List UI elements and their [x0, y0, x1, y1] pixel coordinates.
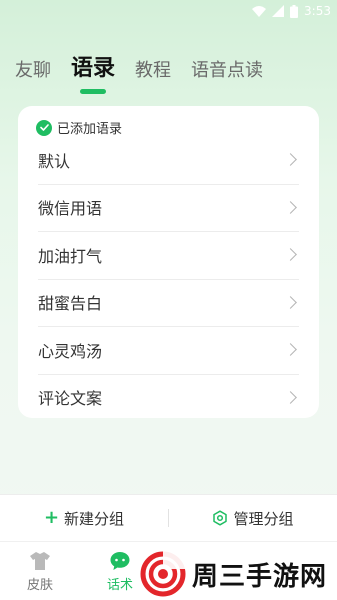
- tab-yuyindiandu[interactable]: 语音点读: [191, 56, 263, 82]
- group-item-label: 评论文案: [38, 389, 103, 409]
- watermark: 周三手游网: [140, 551, 337, 597]
- tshirt-icon: [30, 551, 50, 570]
- card-header-label: 已添加语录: [57, 122, 123, 137]
- chevron-right-icon: [284, 153, 297, 167]
- spiral-logo-icon: [140, 551, 186, 597]
- status-time: 3:53: [304, 4, 331, 18]
- plus-icon: +: [43, 507, 60, 528]
- settings-hexagon-icon: [213, 510, 228, 526]
- tab-youliao[interactable]: 友聊: [15, 56, 51, 82]
- new-group-button[interactable]: + 新建分组: [0, 508, 168, 529]
- group-list: 默认 微信用语 加油打气 甜蜜告白 心灵鸡汤 评论文案: [18, 136, 319, 421]
- chevron-right-icon: [284, 390, 297, 404]
- group-item-default[interactable]: 默认: [18, 136, 319, 184]
- chevron-right-icon: [284, 248, 297, 262]
- group-item-label: 心灵鸡汤: [38, 341, 103, 361]
- status-bar: 3:53: [252, 0, 337, 22]
- card-header: 已添加语录: [36, 118, 122, 137]
- group-item-label: 甜蜜告白: [38, 294, 103, 314]
- chevron-right-icon: [284, 200, 297, 214]
- signal-icon: [272, 5, 285, 17]
- group-item-label: 加油打气: [38, 246, 103, 266]
- nav-item-label: 皮肤: [26, 577, 53, 593]
- group-item-soup[interactable]: 心灵鸡汤: [18, 326, 319, 374]
- check-circle-icon: [36, 119, 52, 136]
- group-item-cheer[interactable]: 加油打气: [18, 231, 319, 279]
- tab-yulu[interactable]: 语录: [71, 50, 115, 82]
- manage-group-label: 管理分组: [233, 509, 294, 528]
- tab-jiaocheng[interactable]: 教程: [135, 56, 171, 82]
- group-item-label: 微信用语: [38, 199, 103, 219]
- chevron-right-icon: [284, 343, 297, 357]
- watermark-text: 周三手游网: [192, 561, 328, 592]
- group-item-label: 默认: [38, 151, 71, 171]
- nav-item-label: 话术: [106, 577, 133, 593]
- phrase-groups-card: 已添加语录 默认 微信用语 加油打气 甜蜜告白 心灵鸡汤 评论文案: [18, 106, 319, 418]
- chat-icon: [110, 551, 130, 570]
- group-item-wechat[interactable]: 微信用语: [18, 183, 319, 232]
- group-item-love[interactable]: 甜蜜告白: [18, 278, 319, 327]
- top-tabs: 友聊 语录 教程 语音点读: [15, 50, 283, 82]
- new-group-label: 新建分组: [64, 509, 125, 528]
- manage-group-button[interactable]: 管理分组: [169, 508, 337, 529]
- group-item-comment[interactable]: 评论文案: [18, 373, 319, 422]
- nav-item-skin[interactable]: 皮肤: [0, 542, 80, 600]
- group-actions: + 新建分组 管理分组: [0, 495, 337, 541]
- wifi-icon: [252, 5, 267, 17]
- chevron-right-icon: [284, 295, 297, 309]
- battery-icon: [290, 4, 299, 18]
